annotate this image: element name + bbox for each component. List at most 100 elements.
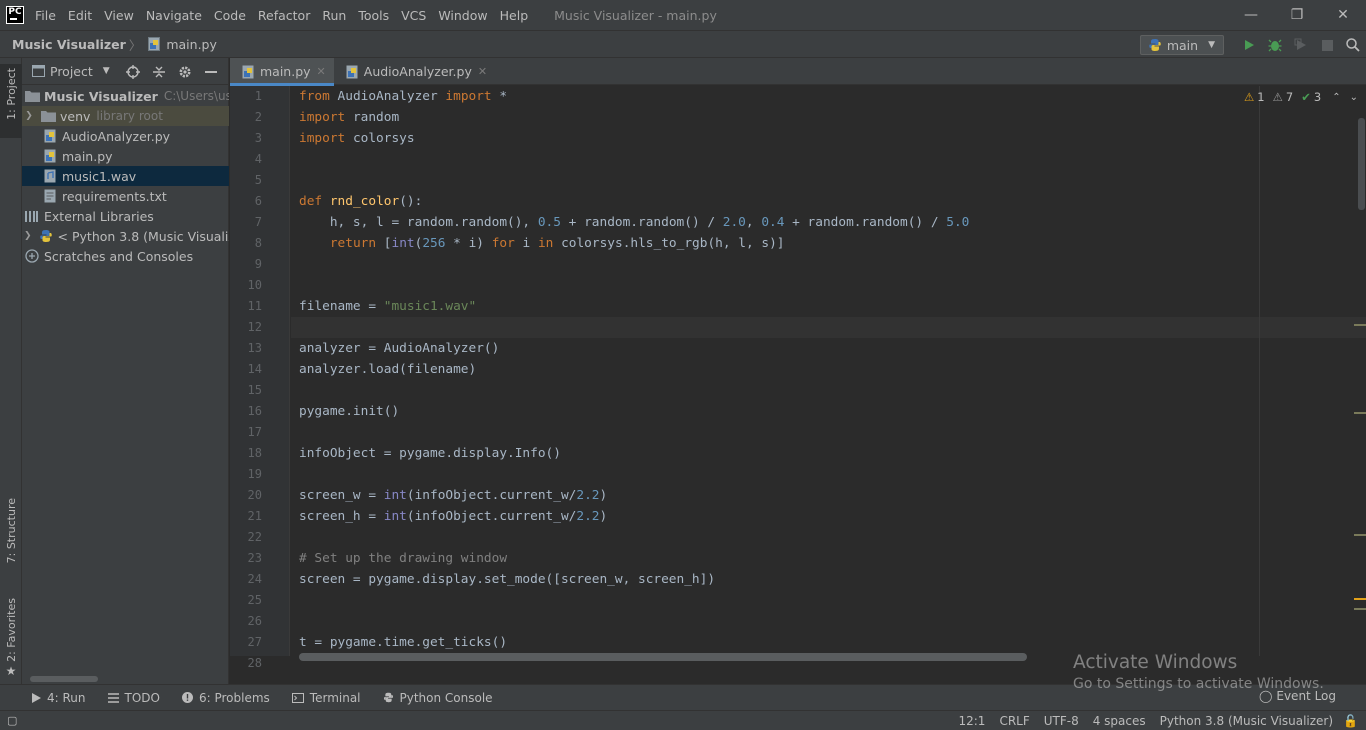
line-number: 8	[254, 236, 262, 250]
line-number: 6	[254, 194, 262, 208]
code-line: screen = pygame.display.set_mode([screen…	[291, 569, 1366, 590]
error-stripe-mark[interactable]	[1354, 412, 1366, 414]
terminal-tool-button[interactable]: Terminal	[291, 691, 361, 705]
file-encoding[interactable]: UTF-8	[1044, 714, 1079, 728]
inspection-widget[interactable]: ⚠ 1 ⚠ 7 ✔ 3 ⌃ ⌄	[1244, 90, 1358, 104]
tab-audioanalyzer-py[interactable]: AudioAnalyzer.py ✕	[334, 58, 495, 85]
indent-setting[interactable]: 4 spaces	[1093, 714, 1146, 728]
menu-tools[interactable]: Tools	[358, 8, 389, 23]
tree-item-music1[interactable]: music1.wav	[22, 166, 229, 186]
tree-item-label: AudioAnalyzer.py	[62, 128, 171, 144]
code-token: analyzer.load(filename)	[299, 362, 477, 377]
code-token: *	[491, 89, 508, 104]
menu-vcs[interactable]: VCS	[401, 8, 426, 23]
interpreter-selector[interactable]: Python 3.8 (Music Visualizer)	[1160, 714, 1333, 728]
tree-item-hint: library root	[96, 109, 163, 123]
horizontal-scrollbar[interactable]	[30, 676, 98, 682]
code-token: * i)	[445, 236, 492, 251]
line-number: 5	[254, 173, 262, 187]
tree-item-root[interactable]: Music Visualizer C:\Users\user\Pyc	[22, 86, 229, 106]
hide-panel-icon[interactable]	[198, 58, 224, 85]
menu-view[interactable]: View	[104, 8, 134, 23]
line-separator[interactable]: CRLF	[999, 714, 1029, 728]
toggle-tool-windows-icon[interactable]: ▢	[7, 714, 17, 727]
caret-position[interactable]: 12:1	[958, 714, 985, 728]
run-with-coverage-icon[interactable]	[1288, 31, 1314, 59]
debug-icon[interactable]	[1262, 31, 1288, 59]
tree-item-main[interactable]: main.py	[22, 146, 229, 166]
breadcrumb-separator: 〉	[128, 37, 142, 53]
project-view-selector[interactable]: Project ▼	[30, 63, 110, 79]
code-token: int	[391, 236, 415, 251]
collapse-all-icon[interactable]	[146, 58, 172, 85]
tree-item-python-sdk[interactable]: ❯ < Python 3.8 (Music Visualizer) >	[22, 226, 229, 246]
breadcrumb-project[interactable]: Music Visualizer	[12, 37, 126, 52]
menu-refactor[interactable]: Refactor	[258, 8, 310, 23]
error-stripe-mark[interactable]	[1354, 534, 1366, 536]
close-tab-icon[interactable]: ✕	[478, 65, 487, 78]
line-number: 17	[247, 425, 262, 439]
menu-edit[interactable]: Edit	[68, 8, 92, 23]
tab-structure[interactable]: 7: Structure	[0, 498, 22, 578]
restore-icon[interactable]: ❐	[1274, 0, 1320, 30]
breadcrumb-file[interactable]: main.py	[166, 37, 217, 52]
menu-window[interactable]: Window	[438, 8, 487, 23]
tree-item-audioanalyzer[interactable]: AudioAnalyzer.py	[22, 126, 229, 146]
chevron-right-icon[interactable]: ❯	[24, 111, 34, 121]
menu-code[interactable]: Code	[214, 8, 246, 23]
search-icon[interactable]	[1340, 31, 1366, 59]
chevron-right-icon[interactable]: ❯	[24, 231, 32, 241]
run-icon[interactable]	[1236, 31, 1262, 59]
error-stripe-mark[interactable]	[1354, 324, 1366, 326]
minimize-icon[interactable]: —	[1228, 0, 1274, 30]
tree-item-label: main.py	[62, 148, 113, 164]
error-stripe-mark[interactable]	[1354, 608, 1366, 610]
warning-icon: ⚠	[1243, 90, 1255, 104]
code-lines: from AudioAnalyzer import * import random…	[291, 86, 1366, 656]
chevron-up-icon[interactable]: ⌃	[1332, 92, 1340, 103]
error-stripe-mark[interactable]	[1354, 598, 1366, 600]
menu-help[interactable]: Help	[500, 8, 529, 23]
lock-icon[interactable]: 🔓	[1343, 714, 1358, 728]
run-config-selector[interactable]: main ▼	[1139, 35, 1224, 55]
tab-favorites[interactable]: 2: Favorites ★	[0, 598, 22, 678]
tree-item-scratches[interactable]: Scratches and Consoles	[22, 246, 229, 266]
close-tab-icon[interactable]: ✕	[317, 65, 326, 78]
menu-navigate[interactable]: Navigate	[146, 8, 202, 23]
code-line: infoObject = pygame.display.Info()	[291, 443, 1366, 464]
window-title: Music Visualizer - main.py	[554, 7, 717, 23]
editor-horizontal-scrollbar[interactable]	[299, 653, 1027, 661]
tree-item-path: C:\Users\user\Pyc	[163, 89, 229, 103]
gear-icon[interactable]	[172, 58, 198, 85]
tab-project[interactable]: 1: Project	[0, 64, 22, 138]
project-panel-tools	[120, 58, 224, 85]
tree-item-venv[interactable]: ❯ venv library root	[22, 106, 229, 126]
menu-run[interactable]: Run	[322, 8, 346, 23]
tree-item-label: External Libraries	[44, 208, 154, 224]
run-config-label: main	[1166, 37, 1199, 53]
tree-item-requirements[interactable]: requirements.txt	[22, 186, 229, 206]
python-file-icon	[344, 64, 360, 80]
tree-item-external-libraries[interactable]: External Libraries	[22, 206, 229, 226]
code-area[interactable]: from AudioAnalyzer import * import random…	[291, 86, 1366, 656]
todo-tool-button[interactable]: TODO	[107, 691, 160, 705]
editor-tabs: main.py ✕ AudioAnalyzer.py ✕	[230, 58, 1366, 86]
python-console-tool-button[interactable]: Python Console	[383, 691, 493, 705]
locate-icon[interactable]	[120, 58, 146, 85]
vertical-scrollbar[interactable]	[1354, 86, 1366, 656]
run-tool-button[interactable]: 4: Run	[32, 691, 86, 705]
line-number: 2	[254, 110, 262, 124]
code-token: infoObject = pygame.display.Info()	[299, 446, 561, 461]
menu-file[interactable]: File	[35, 8, 56, 23]
close-icon[interactable]: ✕	[1320, 0, 1366, 30]
scrollbar-thumb[interactable]	[1358, 118, 1365, 210]
toolbar: main ▼	[1139, 31, 1366, 59]
code-line: analyzer = AudioAnalyzer()	[291, 338, 1366, 359]
code-token: AudioAnalyzer	[329, 89, 446, 104]
code-token: )	[599, 509, 608, 524]
code-token: 256	[422, 236, 446, 251]
problems-tool-button[interactable]: 6: Problems	[181, 691, 270, 705]
tab-main-py[interactable]: main.py ✕	[230, 58, 334, 86]
stop-icon[interactable]	[1314, 31, 1340, 59]
